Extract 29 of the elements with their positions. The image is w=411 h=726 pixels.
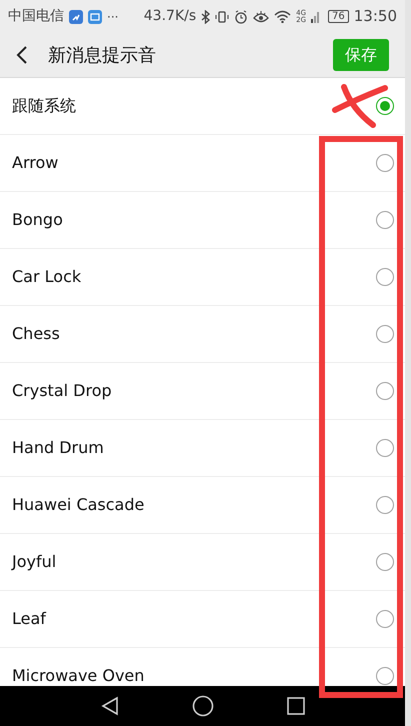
radio-button[interactable]	[376, 211, 394, 229]
gallery-icon	[88, 10, 102, 24]
home-icon[interactable]	[192, 695, 214, 717]
recents-icon[interactable]	[286, 697, 304, 715]
alarm-icon	[234, 10, 248, 24]
bluetooth-icon	[201, 10, 210, 24]
radio-button[interactable]	[376, 268, 394, 286]
clock-time: 13:50	[354, 6, 397, 28]
wifi-icon	[274, 10, 292, 23]
vibrate-icon	[215, 10, 230, 24]
radio-button[interactable]	[376, 97, 394, 115]
radio-button[interactable]	[376, 553, 394, 571]
back-icon[interactable]	[100, 696, 118, 716]
radio-button[interactable]	[376, 154, 394, 172]
radio-button[interactable]	[376, 325, 394, 343]
page-title: 新消息提示音	[48, 44, 156, 68]
eye-icon	[253, 10, 270, 24]
radio-button[interactable]	[376, 382, 394, 400]
network-speed: 43.7K/s	[144, 7, 196, 26]
carrier-name: 中国电信	[8, 7, 64, 26]
battery-indicator: 76	[328, 10, 349, 23]
more-indicator: ···	[107, 8, 118, 26]
signal-icon	[311, 10, 320, 23]
radio-button[interactable]	[376, 610, 394, 628]
radio-button[interactable]	[376, 439, 394, 457]
radio-button[interactable]	[376, 496, 394, 514]
app-icon	[69, 10, 83, 24]
radio-button[interactable]	[376, 667, 394, 685]
cross-mark	[332, 84, 388, 128]
